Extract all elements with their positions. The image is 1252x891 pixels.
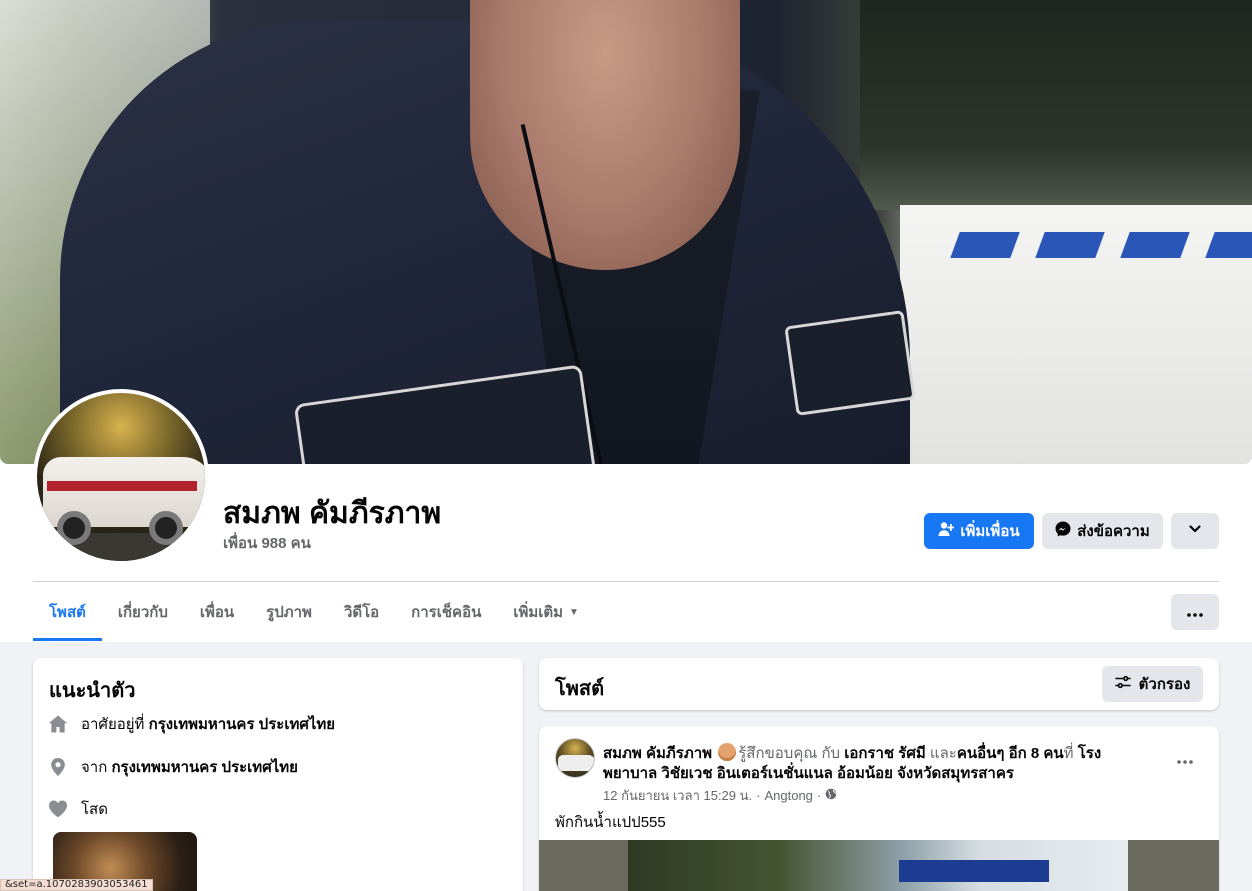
add-friend-button[interactable]: เพิ่มเพื่อน xyxy=(924,513,1034,549)
tab-label: เพิ่มเติม xyxy=(513,604,564,621)
cover-photo[interactable] xyxy=(0,0,1252,464)
post-text: พักกินน้ำแปป555 xyxy=(555,814,666,831)
intro-lives-text: อาศัยอยู่ที่ กรุงเทพมหานคร ประเทศไทย xyxy=(81,712,335,736)
tab-about[interactable]: เกี่ยวกับ xyxy=(102,583,184,641)
post-image[interactable] xyxy=(539,840,1219,891)
profile-tabs: โพสต์ เกี่ยวกับ เพื่อน รูปภาพ วิดีโอ การ… xyxy=(33,583,595,641)
avatar-car-wheel xyxy=(149,511,183,545)
cover-neck xyxy=(470,0,740,270)
profile-options-button[interactable] xyxy=(1171,513,1219,549)
posts-title: โพสต์ xyxy=(555,678,605,700)
post-photo xyxy=(628,840,1128,891)
post-at-word: ที่ xyxy=(1063,745,1074,762)
more-icon xyxy=(1187,604,1203,621)
tab-label: โพสต์ xyxy=(49,604,86,621)
relationship-status: โสด xyxy=(81,801,108,818)
avatar-car-wheel xyxy=(57,511,91,545)
add-friend-label: เพิ่มเพื่อน xyxy=(960,523,1020,540)
user-plus-icon xyxy=(938,521,955,541)
messenger-icon xyxy=(1055,521,1071,541)
tab-label: การเช็คอิน xyxy=(411,604,482,621)
post-card: สมภพ คัมภีรภาพ รู้สึกขอบคุณ กับ เอกราช ร… xyxy=(539,726,1219,891)
tab-photos[interactable]: รูปภาพ xyxy=(250,583,328,641)
tab-friends[interactable]: เพื่อน xyxy=(184,583,250,641)
post-feeling: รู้สึกขอบคุณ xyxy=(738,745,818,762)
tab-more[interactable]: เพิ่มเติม ▼ xyxy=(497,583,595,641)
friends-count[interactable]: เพื่อน 988 คน xyxy=(223,531,311,555)
avatar-car-stripe xyxy=(47,481,197,491)
from-place-link[interactable]: กรุงเทพมหานคร ประเทศไทย xyxy=(111,759,297,776)
post-author-link[interactable]: สมภพ คัมภีรภาพ xyxy=(603,745,712,762)
cover-car-stripe xyxy=(1035,232,1105,258)
tab-label: รูปภาพ xyxy=(266,604,312,621)
post-options-button[interactable] xyxy=(1169,742,1201,774)
intro-from: จาก กรุงเทพมหานคร ประเทศไทย xyxy=(47,755,298,779)
lives-place-link[interactable]: กรุงเทพมหานคร ประเทศไทย xyxy=(149,716,335,733)
caret-down-icon: ▼ xyxy=(569,606,579,618)
tab-label: วิดีโอ xyxy=(343,604,380,621)
post-and-word: และ xyxy=(929,745,957,762)
post-tagged-link[interactable]: เอกราช รัศมี xyxy=(844,745,926,762)
avatar-image xyxy=(37,393,205,561)
filter-label: ตัวกรอง xyxy=(1138,676,1191,693)
profile-name: สมภพ คัมภีรภาพ xyxy=(223,497,442,530)
filter-button[interactable]: ตัวกรอง xyxy=(1102,666,1203,702)
tab-label: เพื่อน xyxy=(199,604,235,621)
cover-patch xyxy=(784,310,916,416)
tab-posts[interactable]: โพสต์ xyxy=(33,583,102,641)
location-pin-icon xyxy=(47,756,69,778)
intro-from-text: จาก กรุงเทพมหานคร ประเทศไทย xyxy=(81,755,298,779)
filter-icon xyxy=(1114,674,1131,694)
tab-videos[interactable]: วิดีโอ xyxy=(328,583,395,641)
intro-title: แนะนำตัว xyxy=(49,680,136,702)
home-icon xyxy=(47,713,69,735)
from-prefix: จาก xyxy=(81,759,108,776)
post-location[interactable]: Angtong xyxy=(764,788,812,803)
meta-separator: · xyxy=(756,788,761,803)
cover-car-stripe xyxy=(950,232,1020,258)
tabs-more-button[interactable] xyxy=(1171,594,1219,630)
status-bar-url: &set=a.1070283903053461 xyxy=(0,879,153,891)
post-with-word: กับ xyxy=(821,745,841,762)
cover-background-trees xyxy=(860,0,1252,210)
profile-avatar[interactable] xyxy=(33,389,209,565)
grateful-emoji-icon xyxy=(718,743,737,761)
cover-car-stripe xyxy=(1205,232,1252,258)
intro-relationship: โสด xyxy=(47,797,108,821)
post-others-link[interactable]: คนอื่นๆ อีก 8 คน xyxy=(957,745,1064,762)
post-author-avatar[interactable] xyxy=(555,738,595,778)
chevron-down-icon xyxy=(1188,522,1202,540)
hospital-sign xyxy=(899,860,1049,882)
intro-lives-in: อาศัยอยู่ที่ กรุงเทพมหานคร ประเทศไทย xyxy=(47,712,335,736)
post-meta: 12 กันยายน เวลา 15:29 น. · Angtong · xyxy=(603,785,837,806)
cover-car-stripe xyxy=(1120,232,1190,258)
tab-label: เกี่ยวกับ xyxy=(117,604,168,621)
posts-header-card: โพสต์ ตัวกรอง xyxy=(539,658,1219,710)
post-header: สมภพ คัมภีรภาพ รู้สึกขอบคุณ กับ เอกราช ร… xyxy=(603,743,1123,784)
avatar-car xyxy=(558,755,594,771)
heart-icon xyxy=(47,798,69,820)
send-message-label: ส่งข้อความ xyxy=(1077,523,1150,540)
intro-card: แนะนำตัว อาศัยอยู่ที่ กรุงเทพมหานคร ประเ… xyxy=(33,658,523,891)
meta-separator: · xyxy=(816,788,822,803)
globe-icon[interactable] xyxy=(825,788,837,803)
send-message-button[interactable]: ส่งข้อความ xyxy=(1042,513,1163,549)
more-icon xyxy=(1177,748,1193,769)
post-date-link[interactable]: 12 กันยายน เวลา 15:29 น. xyxy=(603,785,752,806)
header-divider xyxy=(33,581,1219,582)
tab-checkins[interactable]: การเช็คอิน xyxy=(395,583,497,641)
lives-prefix: อาศัยอยู่ที่ xyxy=(81,716,145,733)
